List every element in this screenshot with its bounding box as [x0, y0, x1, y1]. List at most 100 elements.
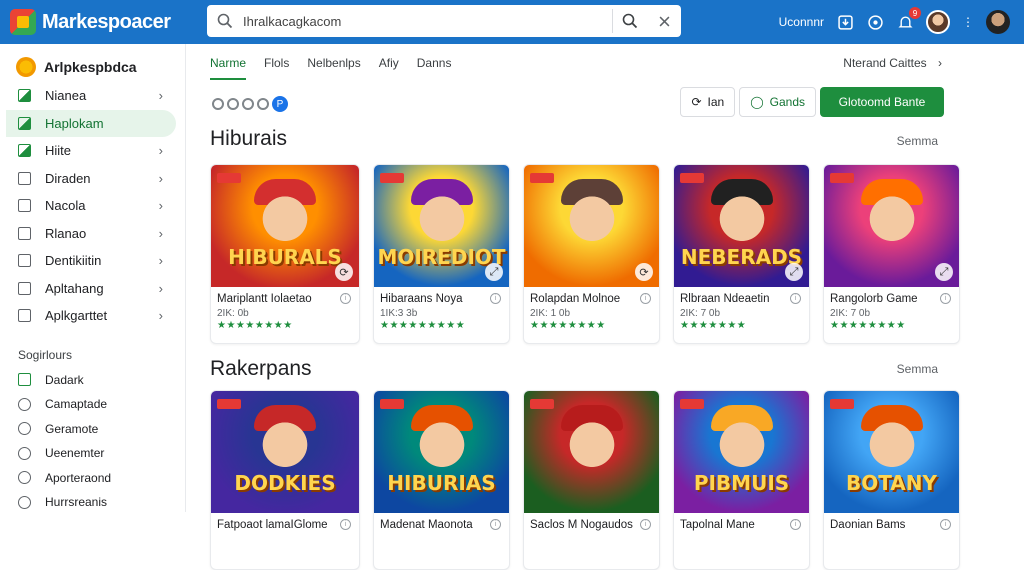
- info-icon[interactable]: i: [490, 293, 501, 304]
- sidebar-sub-item[interactable]: Dadark: [0, 368, 185, 393]
- avatar[interactable]: [926, 10, 950, 34]
- see-more-link[interactable]: Semma: [897, 362, 938, 376]
- sidebar-item[interactable]: Rlanao ›: [0, 220, 185, 248]
- search-input[interactable]: [243, 7, 612, 35]
- indicator-dot[interactable]: [227, 98, 239, 110]
- app-name[interactable]: Fatpoaot lamaIGlome: [217, 519, 353, 531]
- app-card[interactable]: BOTANY Daonian Bams i: [823, 390, 960, 570]
- info-icon[interactable]: i: [490, 519, 501, 530]
- sidebar-sub-item[interactable]: Camaptade: [0, 392, 185, 417]
- expand-icon[interactable]: ⤢: [785, 263, 803, 281]
- app-thumbnail[interactable]: ⟳: [524, 165, 659, 287]
- notifications-button[interactable]: 9: [896, 7, 921, 31]
- tab[interactable]: Danns: [417, 56, 452, 80]
- tab[interactable]: Narme: [210, 56, 247, 80]
- app-card[interactable]: DODKIES Fatpoaot lamaIGlome i: [210, 390, 360, 570]
- app-name[interactable]: Tapolnal Mane: [680, 519, 803, 531]
- app-details: 2IK: 7 0b: [830, 308, 871, 319]
- sidebar-sub-item[interactable]: Aporteraond: [0, 466, 185, 491]
- app-name[interactable]: Hibaraans Noya: [380, 293, 503, 305]
- info-icon[interactable]: i: [340, 519, 351, 530]
- app-thumbnail[interactable]: [524, 391, 659, 513]
- expand-icon[interactable]: ⤢: [485, 263, 503, 281]
- app-card[interactable]: NEBERADS ⤢ Rlbraan Ndeaetin i 2IK: 7 0b ★★★★★…: [673, 164, 810, 344]
- sidebar-sub-item[interactable]: Ueenemter: [0, 441, 185, 466]
- indicator-dot[interactable]: [242, 98, 254, 110]
- account-label[interactable]: Uconnnr: [779, 15, 824, 29]
- app-thumbnail[interactable]: NEBERADS ⤢: [674, 165, 809, 287]
- app-logo[interactable]: Markespoacer: [10, 9, 200, 35]
- indicator-badge[interactable]: P: [272, 96, 288, 112]
- expand-icon[interactable]: ⟳: [335, 263, 353, 281]
- sidebar-sub-item[interactable]: Hurrsreanis: [0, 490, 185, 515]
- app-card[interactable]: ⤢ Rangolorb Game i 2IK: 7 0b ★★★★★★★★: [823, 164, 960, 344]
- tabs-right-link[interactable]: Nterand Caittes ›: [843, 56, 942, 70]
- sidebar-sub-item[interactable]: Geramote: [0, 417, 185, 442]
- app-name[interactable]: Madenat Maonota: [380, 519, 503, 531]
- sidebar-section-title: Sogirlours: [18, 347, 73, 362]
- more-options-icon[interactable]: ⋮: [962, 15, 974, 29]
- secondary-avatar[interactable]: [986, 10, 1010, 34]
- app-thumbnail[interactable]: HIBURIAS: [374, 391, 509, 513]
- app-card[interactable]: MOIREDIOT ⤢ Hibaraans Noya i 1IK:3 3b ★★★★★★★…: [373, 164, 510, 344]
- info-icon[interactable]: i: [940, 519, 951, 530]
- character-face: [414, 415, 469, 469]
- app-details: 2IK: 1 0b: [530, 308, 571, 319]
- search-submit-button[interactable]: [613, 5, 647, 37]
- sidebar-item[interactable]: Haplokam: [6, 109, 176, 137]
- refresh-button[interactable]: ⟳ Ian: [680, 87, 736, 117]
- app-name[interactable]: Mariplantt Iolaetao: [217, 293, 353, 305]
- sidebar-item[interactable]: Dentikiitin ›: [0, 247, 185, 275]
- indicator-dot[interactable]: [212, 98, 224, 110]
- primary-action-button[interactable]: Glotoomd Bante: [820, 87, 944, 117]
- thumbnail-tag: [530, 173, 554, 183]
- sidebar-item[interactable]: Nianea ›: [0, 82, 185, 110]
- info-icon[interactable]: i: [640, 519, 651, 530]
- app-thumbnail[interactable]: ⤢: [824, 165, 959, 287]
- sidebar-item[interactable]: Aplkgarttet ›: [0, 302, 185, 330]
- games-filter-button[interactable]: ◯ Gands: [739, 87, 816, 117]
- see-more-link[interactable]: Semma: [897, 134, 938, 148]
- primary-action-label: Glotoomd Bante: [838, 95, 926, 109]
- download-button[interactable]: [836, 13, 854, 31]
- app-name[interactable]: Rangolorb Game: [830, 293, 953, 305]
- tab[interactable]: Afiy: [379, 56, 399, 80]
- thumbnail-tag: [380, 399, 404, 409]
- info-icon[interactable]: i: [940, 293, 951, 304]
- app-card[interactable]: Saclos M Nogaudos i: [523, 390, 660, 570]
- app-thumbnail[interactable]: BOTANY: [824, 391, 959, 513]
- tab[interactable]: Flols: [264, 56, 289, 80]
- tab[interactable]: Nelbenlps: [307, 56, 360, 80]
- info-icon[interactable]: i: [340, 293, 351, 304]
- app-name[interactable]: Saclos M Nogaudos: [530, 519, 653, 531]
- info-icon[interactable]: i: [640, 293, 651, 304]
- app-card[interactable]: PIBMUIS Tapolnal Mane i: [673, 390, 810, 570]
- sidebar-item[interactable]: Hiite ›: [0, 137, 185, 165]
- info-icon[interactable]: i: [790, 293, 801, 304]
- search-submit-icon: [622, 13, 638, 29]
- app-thumbnail[interactable]: PIBMUIS: [674, 391, 809, 513]
- expand-icon[interactable]: ⤢: [935, 263, 953, 281]
- character-face: [564, 415, 619, 469]
- sidebar-item-icon: [18, 116, 31, 130]
- sidebar-item[interactable]: Diraden ›: [0, 165, 185, 193]
- app-card[interactable]: ⟳ Rolapdan Molnoe i 2IK: 1 0b ★★★★★★★★: [523, 164, 660, 344]
- thumbnail-tag: [530, 399, 554, 409]
- app-name[interactable]: Rolapdan Molnoe: [530, 293, 653, 305]
- expand-icon[interactable]: ⟳: [635, 263, 653, 281]
- help-button[interactable]: [866, 13, 884, 31]
- indicator-dot[interactable]: [257, 98, 269, 110]
- app-thumbnail[interactable]: MOIREDIOT ⤢: [374, 165, 509, 287]
- app-thumbnail[interactable]: HIBURALS ⟳: [211, 165, 359, 287]
- app-card[interactable]: HIBURIAS Madenat Maonota i: [373, 390, 510, 570]
- clear-search-button[interactable]: [647, 5, 681, 37]
- info-icon[interactable]: i: [790, 519, 801, 530]
- app-name[interactable]: Rlbraan Ndeaetin: [680, 293, 803, 305]
- app-card[interactable]: HIBURALS ⟳ Mariplantt Iolaetao i 2IK: 0b ★★★★…: [210, 164, 360, 344]
- app-name[interactable]: Daonian Bams: [830, 519, 953, 531]
- sidebar-brand[interactable]: Arlpkespbdca: [0, 44, 185, 82]
- sidebar-item[interactable]: Nacola ›: [0, 192, 185, 220]
- app-thumbnail[interactable]: DODKIES: [211, 391, 359, 513]
- rating-stars: ★★★★★★★: [680, 320, 747, 331]
- sidebar-item[interactable]: Apltahang ›: [0, 275, 185, 303]
